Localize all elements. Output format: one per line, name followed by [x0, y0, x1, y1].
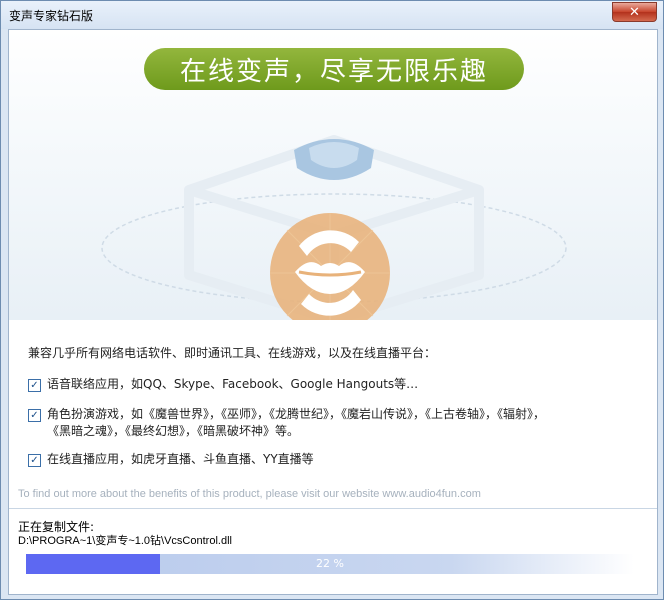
slogan-text: 在线变声，尽享无限乐趣 [179, 56, 488, 87]
feature-voice-apps: 语音联络应用，如QQ、Skype、Facebook、Google Hangout… [47, 376, 418, 393]
progress-percent: 22 % [316, 557, 344, 570]
feature-list: 兼容几乎所有网络电话软件、即时通讯工具、在线游戏，以及在线直播平台： ✓ 语音联… [9, 320, 657, 480]
window-title: 变声专家钻石版 [9, 9, 94, 23]
checkbox-live-stream[interactable]: ✓ [28, 454, 41, 467]
feature-rpg-games: 角色扮演游戏，如《魔兽世界》，《巫师》，《龙腾世纪》，《魔岩山传说》，《上古卷轴… [47, 406, 545, 440]
lips-logo-icon [270, 213, 390, 320]
feature-line: 在线直播应用，如虎牙直播、斗鱼直播、YY直播等 [47, 452, 314, 466]
installer-window: 变声专家钻石版 ✕ 在线变声，尽享无限乐趣 兼容几乎所有网络电话软件、即时通讯工… [0, 0, 664, 600]
feature-line: 语音联络应用，如QQ、Skype、Facebook、Google Hangout… [47, 377, 419, 391]
copy-status-panel: 正在复制文件: D:\PROGRA~1\变声专~1.0钻\VcsControl.… [9, 509, 657, 594]
close-icon: ✕ [629, 4, 640, 20]
compat-intro: 兼容几乎所有网络电话软件、即时通讯工具、在线游戏，以及在线直播平台： [28, 346, 437, 360]
feature-line: 《黑暗之魂》，《最终幻想》，《暗黑破坏神》等。 [47, 424, 300, 438]
title-bar[interactable]: 变声专家钻石版 ✕ [1, 1, 663, 29]
close-button[interactable]: ✕ [612, 2, 657, 22]
checkbox-rpg-games[interactable]: ✓ [28, 409, 41, 422]
feature-live-stream: 在线直播应用，如虎牙直播、斗鱼直播、YY直播等 [47, 451, 314, 468]
current-file-path: D:\PROGRA~1\变声专~1.0钻\VcsControl.dll [18, 535, 232, 547]
slogan-banner: 在线变声，尽享无限乐趣 [144, 48, 524, 90]
feature-line: 角色扮演游戏，如《魔兽世界》，《巫师》，《龙腾世纪》，《魔岩山传说》，《上古卷轴… [47, 407, 546, 421]
progress-bar: 22 % [26, 554, 634, 574]
hero-banner-area: 在线变声，尽享无限乐趣 [9, 30, 657, 320]
website-info-link[interactable]: To find out more about the benefits of t… [18, 488, 481, 500]
client-area: 在线变声，尽享无限乐趣 兼容几乎所有网络电话软件、即时通讯工具、在线游戏，以及在… [8, 29, 658, 595]
checkbox-voice-apps[interactable]: ✓ [28, 379, 41, 392]
